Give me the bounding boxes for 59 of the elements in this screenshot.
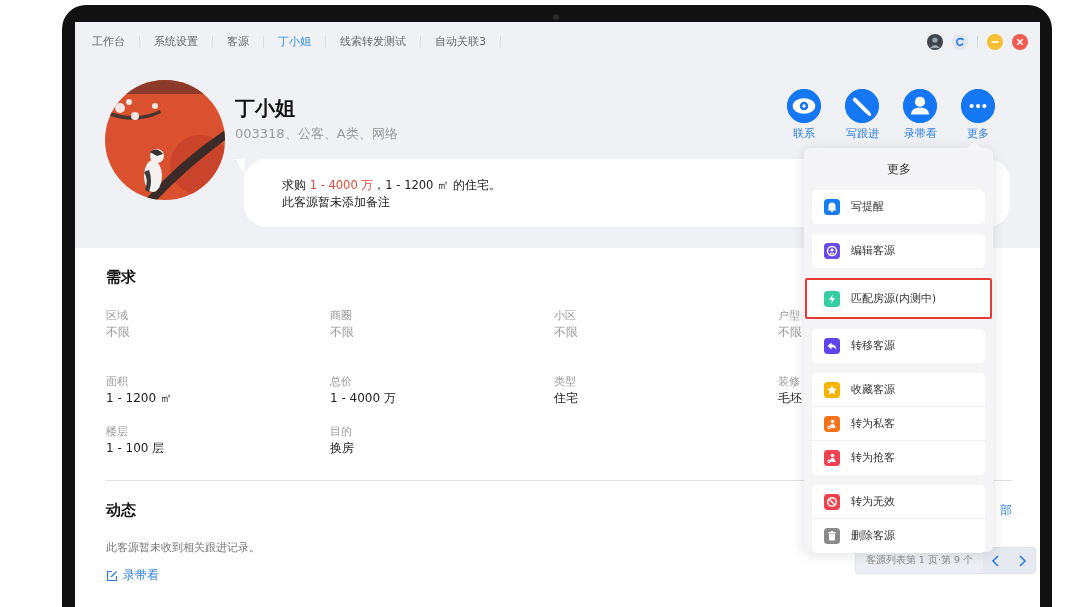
field-label: 商圈: [330, 308, 352, 322]
action-button[interactable]: 联系: [784, 89, 824, 141]
menu-item[interactable]: 转为无效: [812, 485, 985, 519]
menu-item[interactable]: 删除客源: [812, 519, 985, 553]
pencil-icon: [845, 89, 879, 123]
avatar-icon[interactable]: [927, 34, 943, 50]
field-label: 小区: [554, 308, 576, 322]
field-label: 装修: [778, 374, 800, 388]
menu-item[interactable]: 收藏客源: [812, 373, 985, 407]
nav-tab[interactable]: 工作台: [92, 36, 140, 48]
field-label: 类型: [554, 374, 576, 388]
field-value: 1 - 100 层: [106, 440, 165, 456]
field-value: 1 - 1200 ㎡: [106, 390, 172, 406]
menu-item[interactable]: 写提醒: [812, 190, 985, 224]
next-button[interactable]: [1009, 548, 1035, 573]
menu-item[interactable]: 转为私客: [812, 407, 985, 441]
chevron-left-icon: [991, 554, 1001, 567]
note-text: 此客源暂未添加备注: [282, 194, 390, 211]
menu-item[interactable]: 转移客源: [812, 329, 985, 363]
add-viewing-link[interactable]: 录带看: [106, 567, 159, 584]
eye-icon: [787, 89, 821, 123]
action-button[interactable]: 录带看: [900, 89, 940, 141]
nav-tab[interactable]: 系统设置: [140, 36, 213, 48]
nav-tab[interactable]: 丁小姐: [264, 36, 326, 48]
field-label: 总价: [330, 374, 352, 388]
field-label: 面积: [106, 374, 128, 388]
menu-item[interactable]: 编辑客源: [812, 234, 985, 268]
nav-tab[interactable]: 自动关联3: [421, 36, 501, 48]
field-label: 户型: [778, 308, 800, 322]
action-button[interactable]: 写跟进: [842, 89, 882, 141]
empty-message: 此客源暂未收到相关跟进记录。: [106, 541, 260, 555]
action-button[interactable]: 更多: [958, 89, 998, 141]
field-value: 住宅: [554, 390, 578, 406]
person-icon: [903, 89, 937, 123]
chevron-right-icon: [1017, 554, 1027, 567]
menu-item[interactable]: 转为抢客: [812, 441, 985, 475]
menu-title: 更多: [885, 161, 912, 178]
edit-icon: [106, 569, 118, 582]
pager-text: 客源列表第 1 页·第 9 个: [864, 554, 974, 567]
nav-tab[interactable]: 客源: [213, 36, 264, 48]
customer-tags: 003318、公客、A类、网络: [235, 125, 398, 143]
field-label: 目的: [330, 424, 352, 438]
field-value: 1 - 4000 万: [330, 390, 396, 406]
field-value: 换房: [330, 440, 354, 456]
field-label: 楼层: [106, 424, 128, 438]
camera-dot: [553, 14, 559, 20]
field-label: 区域: [106, 308, 128, 322]
field-value: 毛坯: [778, 390, 802, 406]
prev-button[interactable]: [983, 548, 1009, 573]
view-all-link[interactable]: 部: [1000, 501, 1012, 519]
menu-item[interactable]: 匹配房源(内测中): [805, 278, 992, 319]
customer-name: 丁小姐: [235, 95, 296, 122]
refresh-icon[interactable]: [952, 34, 968, 50]
nav-tab[interactable]: 线索转发测试: [326, 36, 421, 48]
section-title: 动态: [106, 501, 136, 519]
more-icon: [961, 89, 995, 123]
summary-text: 求购 1 - 4000 万，1 - 1200 ㎡ 的住宅。: [282, 177, 501, 194]
section-title: 需求: [106, 268, 137, 286]
close-icon[interactable]: [1012, 34, 1028, 50]
